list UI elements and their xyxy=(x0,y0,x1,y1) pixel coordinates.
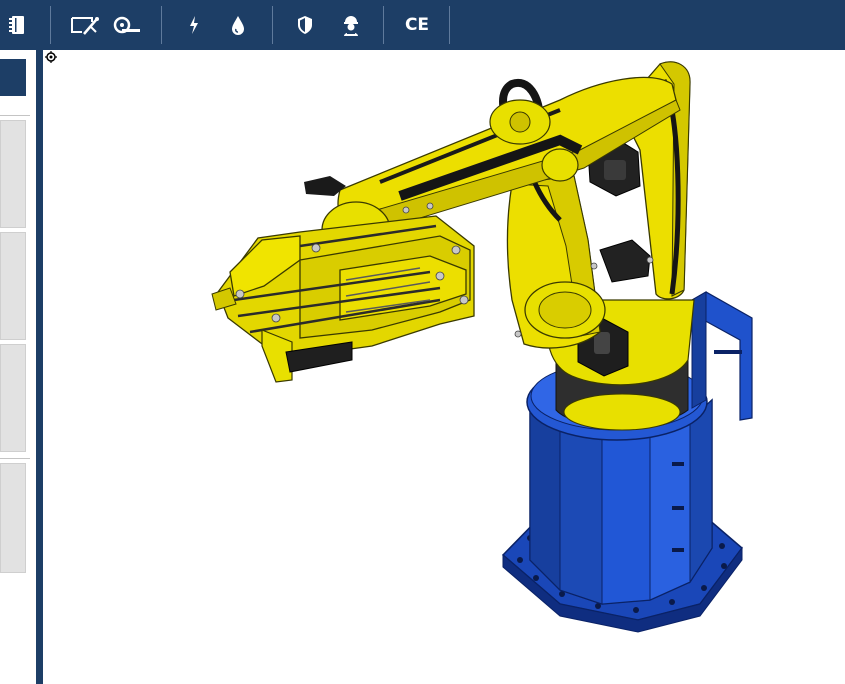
target-icon xyxy=(45,51,57,63)
sidebar-divider xyxy=(0,115,30,116)
safety-shield-icon xyxy=(298,16,312,34)
tape-measure-button[interactable] xyxy=(112,0,142,50)
toolbar-separator xyxy=(272,6,273,44)
ce-mark-button[interactable]: CE xyxy=(402,0,432,50)
safety-shield-button[interactable] xyxy=(294,0,316,50)
operator-button[interactable] xyxy=(339,0,363,50)
sidebar-panel-2[interactable] xyxy=(0,232,26,340)
notebook-button[interactable] xyxy=(4,0,30,50)
sidebar-splitter[interactable] xyxy=(36,50,43,684)
toolbar-separator xyxy=(50,6,51,44)
fluid-button[interactable] xyxy=(227,0,249,50)
electrical-icon xyxy=(190,16,198,34)
sidebar-tab-active[interactable] xyxy=(0,59,26,96)
tape-measure-icon xyxy=(113,16,140,34)
sidebar-panel-4[interactable] xyxy=(0,463,26,573)
sidebar-panel-1[interactable] xyxy=(0,120,26,228)
toolbar-separator xyxy=(161,6,162,44)
sidebar-panel-3[interactable] xyxy=(0,344,26,452)
measure-tool-button[interactable] xyxy=(66,0,102,50)
sidebar-divider xyxy=(0,458,30,459)
toolbar-separator xyxy=(449,6,450,44)
robot-model[interactable] xyxy=(43,50,845,684)
top-toolbar: CE xyxy=(0,0,845,50)
toolbar-separator xyxy=(383,6,384,44)
electrical-button[interactable] xyxy=(183,0,205,50)
3d-viewport[interactable] xyxy=(43,50,845,684)
left-sidebar xyxy=(0,50,36,684)
notebook-icon xyxy=(9,16,24,34)
measure-tool-icon xyxy=(71,17,99,35)
ce-mark-icon: CE xyxy=(404,15,430,35)
fluid-icon xyxy=(232,16,244,35)
operator-icon xyxy=(344,16,358,36)
